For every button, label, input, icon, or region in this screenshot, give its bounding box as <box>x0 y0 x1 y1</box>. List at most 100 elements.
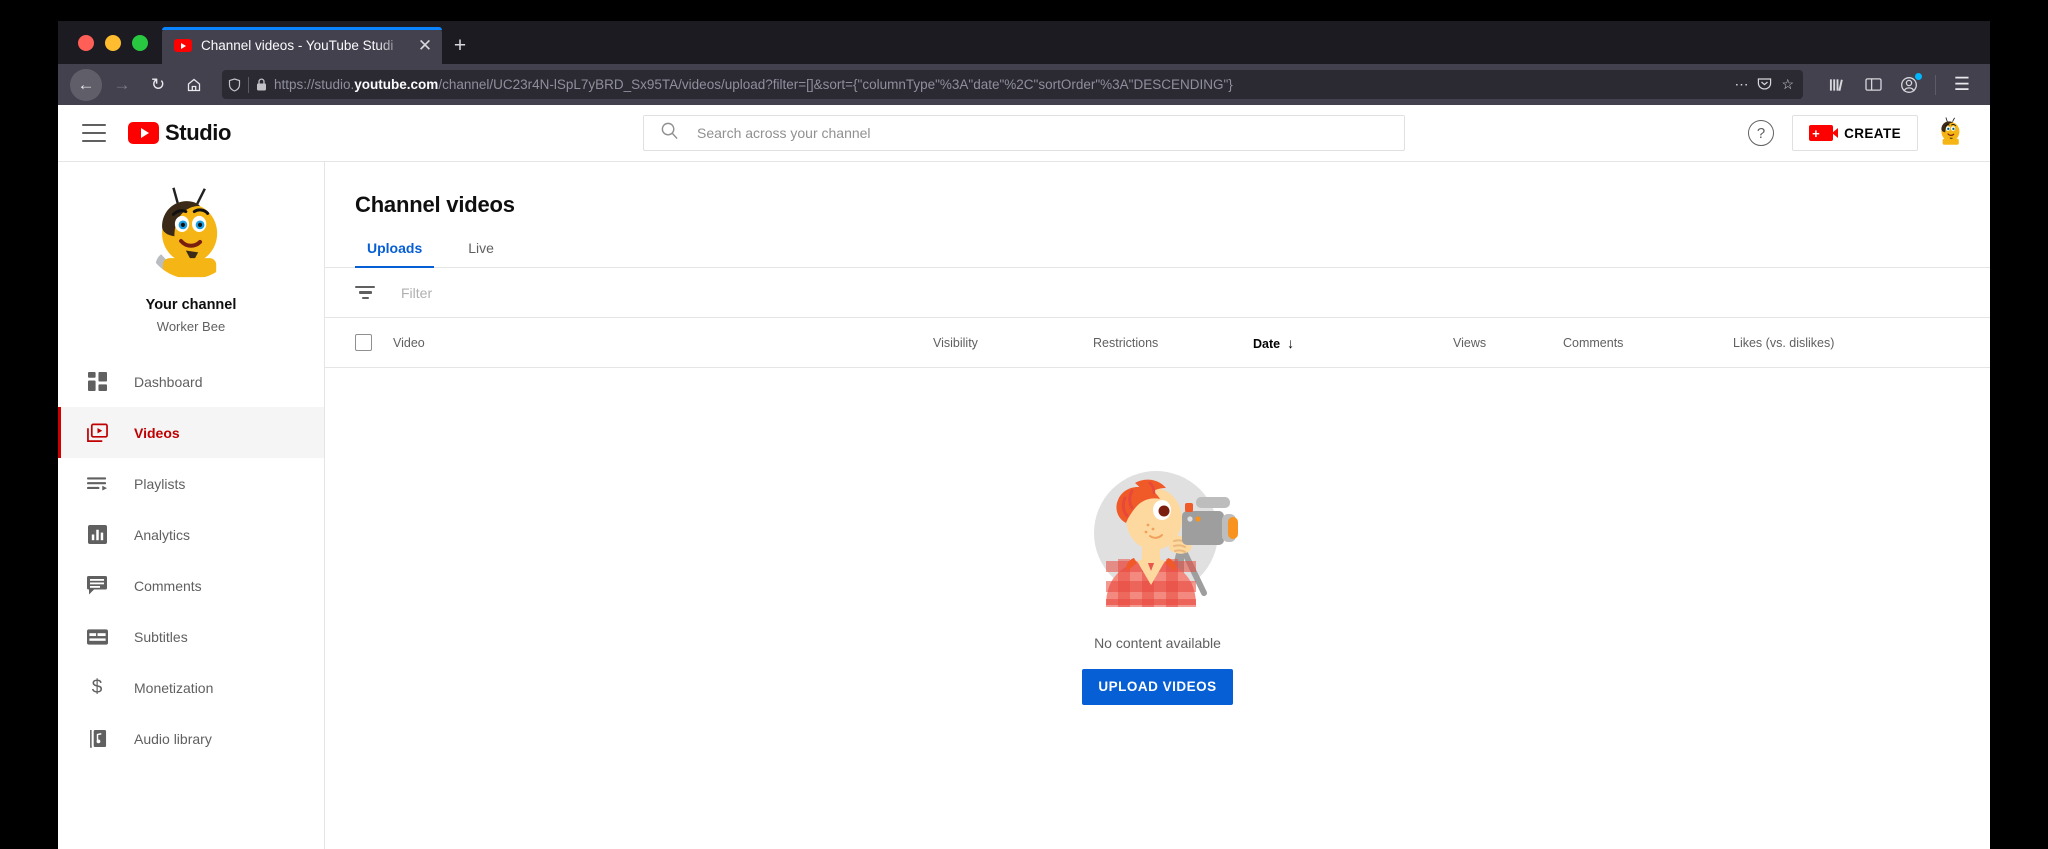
filter-row <box>325 268 1990 318</box>
sidebar-item-videos[interactable]: Videos <box>58 407 324 458</box>
forward-button[interactable]: → <box>106 69 138 101</box>
dashboard-icon <box>86 371 108 393</box>
tab-live[interactable]: Live <box>456 240 506 267</box>
browser-tab-title: Channel videos - YouTube Studi <box>201 38 407 53</box>
url-bar[interactable]: https://studio.youtube.com/channel/UC23r… <box>222 70 1803 99</box>
library-icon[interactable] <box>1821 69 1853 101</box>
minimize-window-button[interactable] <box>105 35 121 51</box>
column-header-video[interactable]: Video <box>393 336 933 350</box>
app-menu-icon[interactable]: ☰ <box>1946 69 1978 101</box>
urlbar-divider <box>248 77 249 93</box>
avatar[interactable] <box>1936 116 1966 151</box>
subtitles-icon <box>86 626 108 648</box>
channel-avatar[interactable] <box>144 184 239 279</box>
url-scheme: https://studio. <box>274 77 354 92</box>
create-button-label: CREATE <box>1844 126 1901 141</box>
hamburger-icon[interactable] <box>82 124 106 142</box>
audio-library-icon <box>86 728 108 750</box>
back-button[interactable]: ← <box>70 69 102 101</box>
sort-descending-icon: ↓ <box>1287 335 1294 351</box>
main-content: Channel videos Uploads Live Video Visibi… <box>325 162 1990 849</box>
sidebar-item-playlists[interactable]: Playlists <box>58 458 324 509</box>
header-actions: ? + CREATE <box>1748 115 1966 151</box>
column-header-restrictions[interactable]: Restrictions <box>1093 336 1253 350</box>
sidebar-item-label: Subtitles <box>134 629 188 645</box>
sidebar-item-analytics[interactable]: Analytics <box>58 509 324 560</box>
browser-toolbar-right: ☰ <box>1821 69 1978 101</box>
sidebar-item-audio-library[interactable]: Audio library <box>58 713 324 764</box>
select-all-checkbox[interactable] <box>355 334 372 351</box>
sidebar-item-monetization[interactable]: $ Monetization <box>58 662 324 713</box>
channel-title: Your channel <box>58 297 324 313</box>
channel-subtitle: Worker Bee <box>58 319 324 334</box>
studio-header: Studio ? + CREATE <box>58 105 1990 162</box>
lock-icon[interactable] <box>256 78 267 91</box>
sidebar-item-label: Playlists <box>134 476 185 492</box>
video-camera-icon: + <box>1809 125 1833 141</box>
urlbar-actions: ⋯ ☆ <box>1734 76 1797 94</box>
videographer-illustration <box>1078 453 1238 613</box>
close-window-button[interactable] <box>78 35 94 51</box>
studio-body: Your channel Worker Bee Dashboard <box>58 162 1990 849</box>
url-host: youtube.com <box>354 77 438 92</box>
search-box[interactable] <box>643 115 1405 151</box>
upload-videos-button[interactable]: UPLOAD VIDEOS <box>1082 669 1232 705</box>
analytics-icon <box>86 524 108 546</box>
column-header-comments[interactable]: Comments <box>1563 336 1733 350</box>
filter-input[interactable] <box>401 285 801 301</box>
column-header-date-label: Date <box>1253 337 1280 351</box>
table-header-row: Video Visibility Restrictions Date ↓ View… <box>325 318 1990 368</box>
search-container <box>643 115 1405 151</box>
empty-state: No content available UPLOAD VIDEOS <box>325 368 1990 849</box>
youtube-icon <box>174 39 192 52</box>
comments-icon <box>86 575 108 597</box>
toolbar-divider <box>1935 75 1936 95</box>
sidebar-item-comments[interactable]: Comments <box>58 560 324 611</box>
youtube-studio-app: Studio ? + CREATE <box>58 105 1990 849</box>
sidebar-item-label: Audio library <box>134 731 212 747</box>
url-text[interactable]: https://studio.youtube.com/channel/UC23r… <box>274 77 1727 92</box>
sidebar-item-subtitles[interactable]: Subtitles <box>58 611 324 662</box>
column-header-likes[interactable]: Likes (vs. dislikes) <box>1733 336 1933 350</box>
url-path: /channel/UC23r4N-lSpL7yBRD_Sx95TA/videos… <box>438 77 1232 92</box>
bookmark-icon[interactable]: ☆ <box>1781 76 1794 93</box>
window-traffic-lights <box>68 21 162 64</box>
sidebar-item-label: Dashboard <box>134 374 203 390</box>
maximize-window-button[interactable] <box>132 35 148 51</box>
sidebar-item-dashboard[interactable]: Dashboard <box>58 356 324 407</box>
sidebar-item-label: Analytics <box>134 527 190 543</box>
tab-uploads[interactable]: Uploads <box>355 240 434 267</box>
column-header-views[interactable]: Views <box>1453 336 1563 350</box>
studio-wordmark: Studio <box>165 120 231 146</box>
youtube-logo-icon <box>128 122 159 144</box>
page-title: Channel videos <box>325 162 1990 218</box>
browser-navigation-bar: ← → ↻ https://studio.youtube.com/channel… <box>58 64 1990 105</box>
new-tab-button[interactable]: + <box>442 27 478 64</box>
help-icon[interactable]: ? <box>1748 120 1774 146</box>
search-icon <box>660 121 679 145</box>
filter-icon[interactable] <box>355 286 375 300</box>
videos-icon <box>86 422 108 444</box>
page-actions-icon[interactable]: ⋯ <box>1734 76 1748 93</box>
pocket-icon[interactable] <box>1757 76 1772 94</box>
shield-icon[interactable] <box>228 78 241 92</box>
account-icon[interactable] <box>1893 69 1925 101</box>
column-header-date[interactable]: Date ↓ <box>1253 335 1453 351</box>
account-notification-dot <box>1915 73 1922 80</box>
sidebar: Your channel Worker Bee Dashboard <box>58 162 325 849</box>
close-icon[interactable]: ✕ <box>416 37 434 54</box>
dollar-icon: $ <box>86 677 108 699</box>
create-button[interactable]: + CREATE <box>1792 115 1918 151</box>
browser-tab[interactable]: Channel videos - YouTube Studi ✕ <box>162 27 442 64</box>
sidebar-item-label: Videos <box>134 425 180 441</box>
reload-button[interactable]: ↻ <box>142 69 174 101</box>
home-button[interactable] <box>178 69 210 101</box>
sidebar-icon[interactable] <box>1857 69 1889 101</box>
channel-block[interactable]: Your channel Worker Bee <box>58 184 324 356</box>
studio-logo[interactable]: Studio <box>128 120 231 146</box>
sidebar-item-label: Monetization <box>134 680 213 696</box>
search-input[interactable] <box>697 125 1388 141</box>
empty-state-message: No content available <box>1094 635 1221 651</box>
column-header-visibility[interactable]: Visibility <box>933 336 1093 350</box>
content-tabs: Uploads Live <box>325 240 1990 268</box>
